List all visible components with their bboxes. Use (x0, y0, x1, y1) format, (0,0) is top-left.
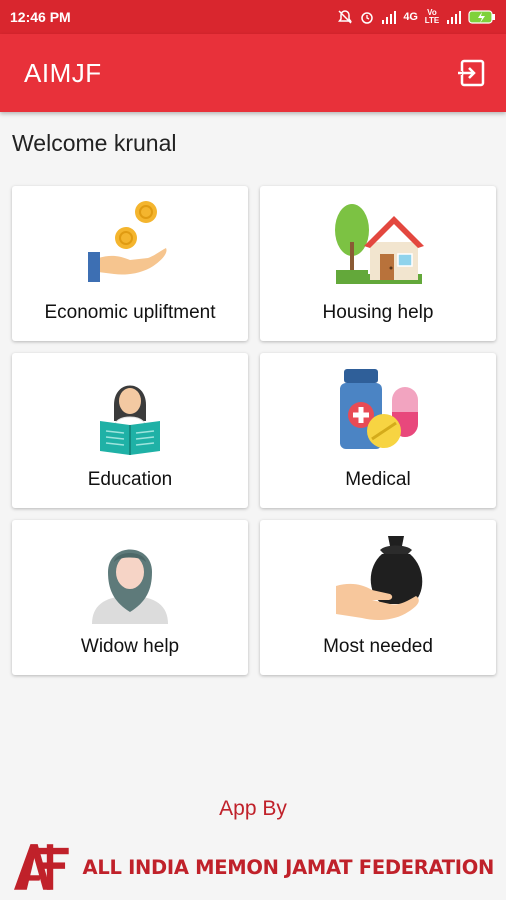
reading-student-icon (100, 385, 160, 455)
status-icons: 4G Vo LTE (337, 9, 496, 25)
status-time: 12:46 PM (10, 9, 71, 25)
widow-icon (92, 549, 168, 624)
card-label: Medical (345, 469, 411, 490)
signal-icon (382, 11, 397, 24)
status-bar: 12:46 PM 4G Vo LTE (0, 0, 506, 34)
card-label: Economic upliftment (44, 302, 216, 323)
footer-org: ALL INDIA MEMON JAMAT FEDERATION (14, 840, 494, 894)
organization-name: ALL INDIA MEMON JAMAT FEDERATION (82, 855, 495, 879)
house-icon (335, 204, 424, 284)
signal-icon-2 (447, 11, 461, 24)
logout-icon[interactable] (456, 58, 486, 88)
volte-badge: Vo LTE (424, 8, 440, 25)
app-title: AIMJF (24, 57, 102, 88)
mute-icon (338, 10, 353, 24)
card-label: Widow help (80, 636, 180, 657)
help-category-grid: Economic upliftment Housing help Educati… (12, 186, 496, 675)
app-bar: AIMJF (0, 34, 506, 112)
aimjf-logo-icon (14, 844, 69, 890)
education-card[interactable]: Education (12, 353, 248, 508)
card-label: Education (87, 469, 173, 490)
coins-hand-icon (88, 201, 167, 282)
card-label: Most needed (323, 636, 433, 657)
alarm-icon (361, 12, 374, 24)
app-by-label: App By (219, 797, 287, 820)
money-bag-hand-icon (336, 536, 423, 620)
most-needed-card[interactable]: Most needed (260, 520, 496, 675)
widow-help-card[interactable]: Widow help (12, 520, 248, 675)
medical-card[interactable]: Medical (260, 353, 496, 508)
network-type: 4G (403, 11, 418, 23)
housing-help-card[interactable]: Housing help (260, 186, 496, 341)
economic-upliftment-card[interactable]: Economic upliftment (12, 186, 248, 341)
medicine-icon (340, 369, 418, 449)
battery-charging-icon (468, 10, 495, 24)
card-label: Housing help (322, 302, 434, 323)
welcome-text: Welcome krunal (12, 130, 177, 156)
